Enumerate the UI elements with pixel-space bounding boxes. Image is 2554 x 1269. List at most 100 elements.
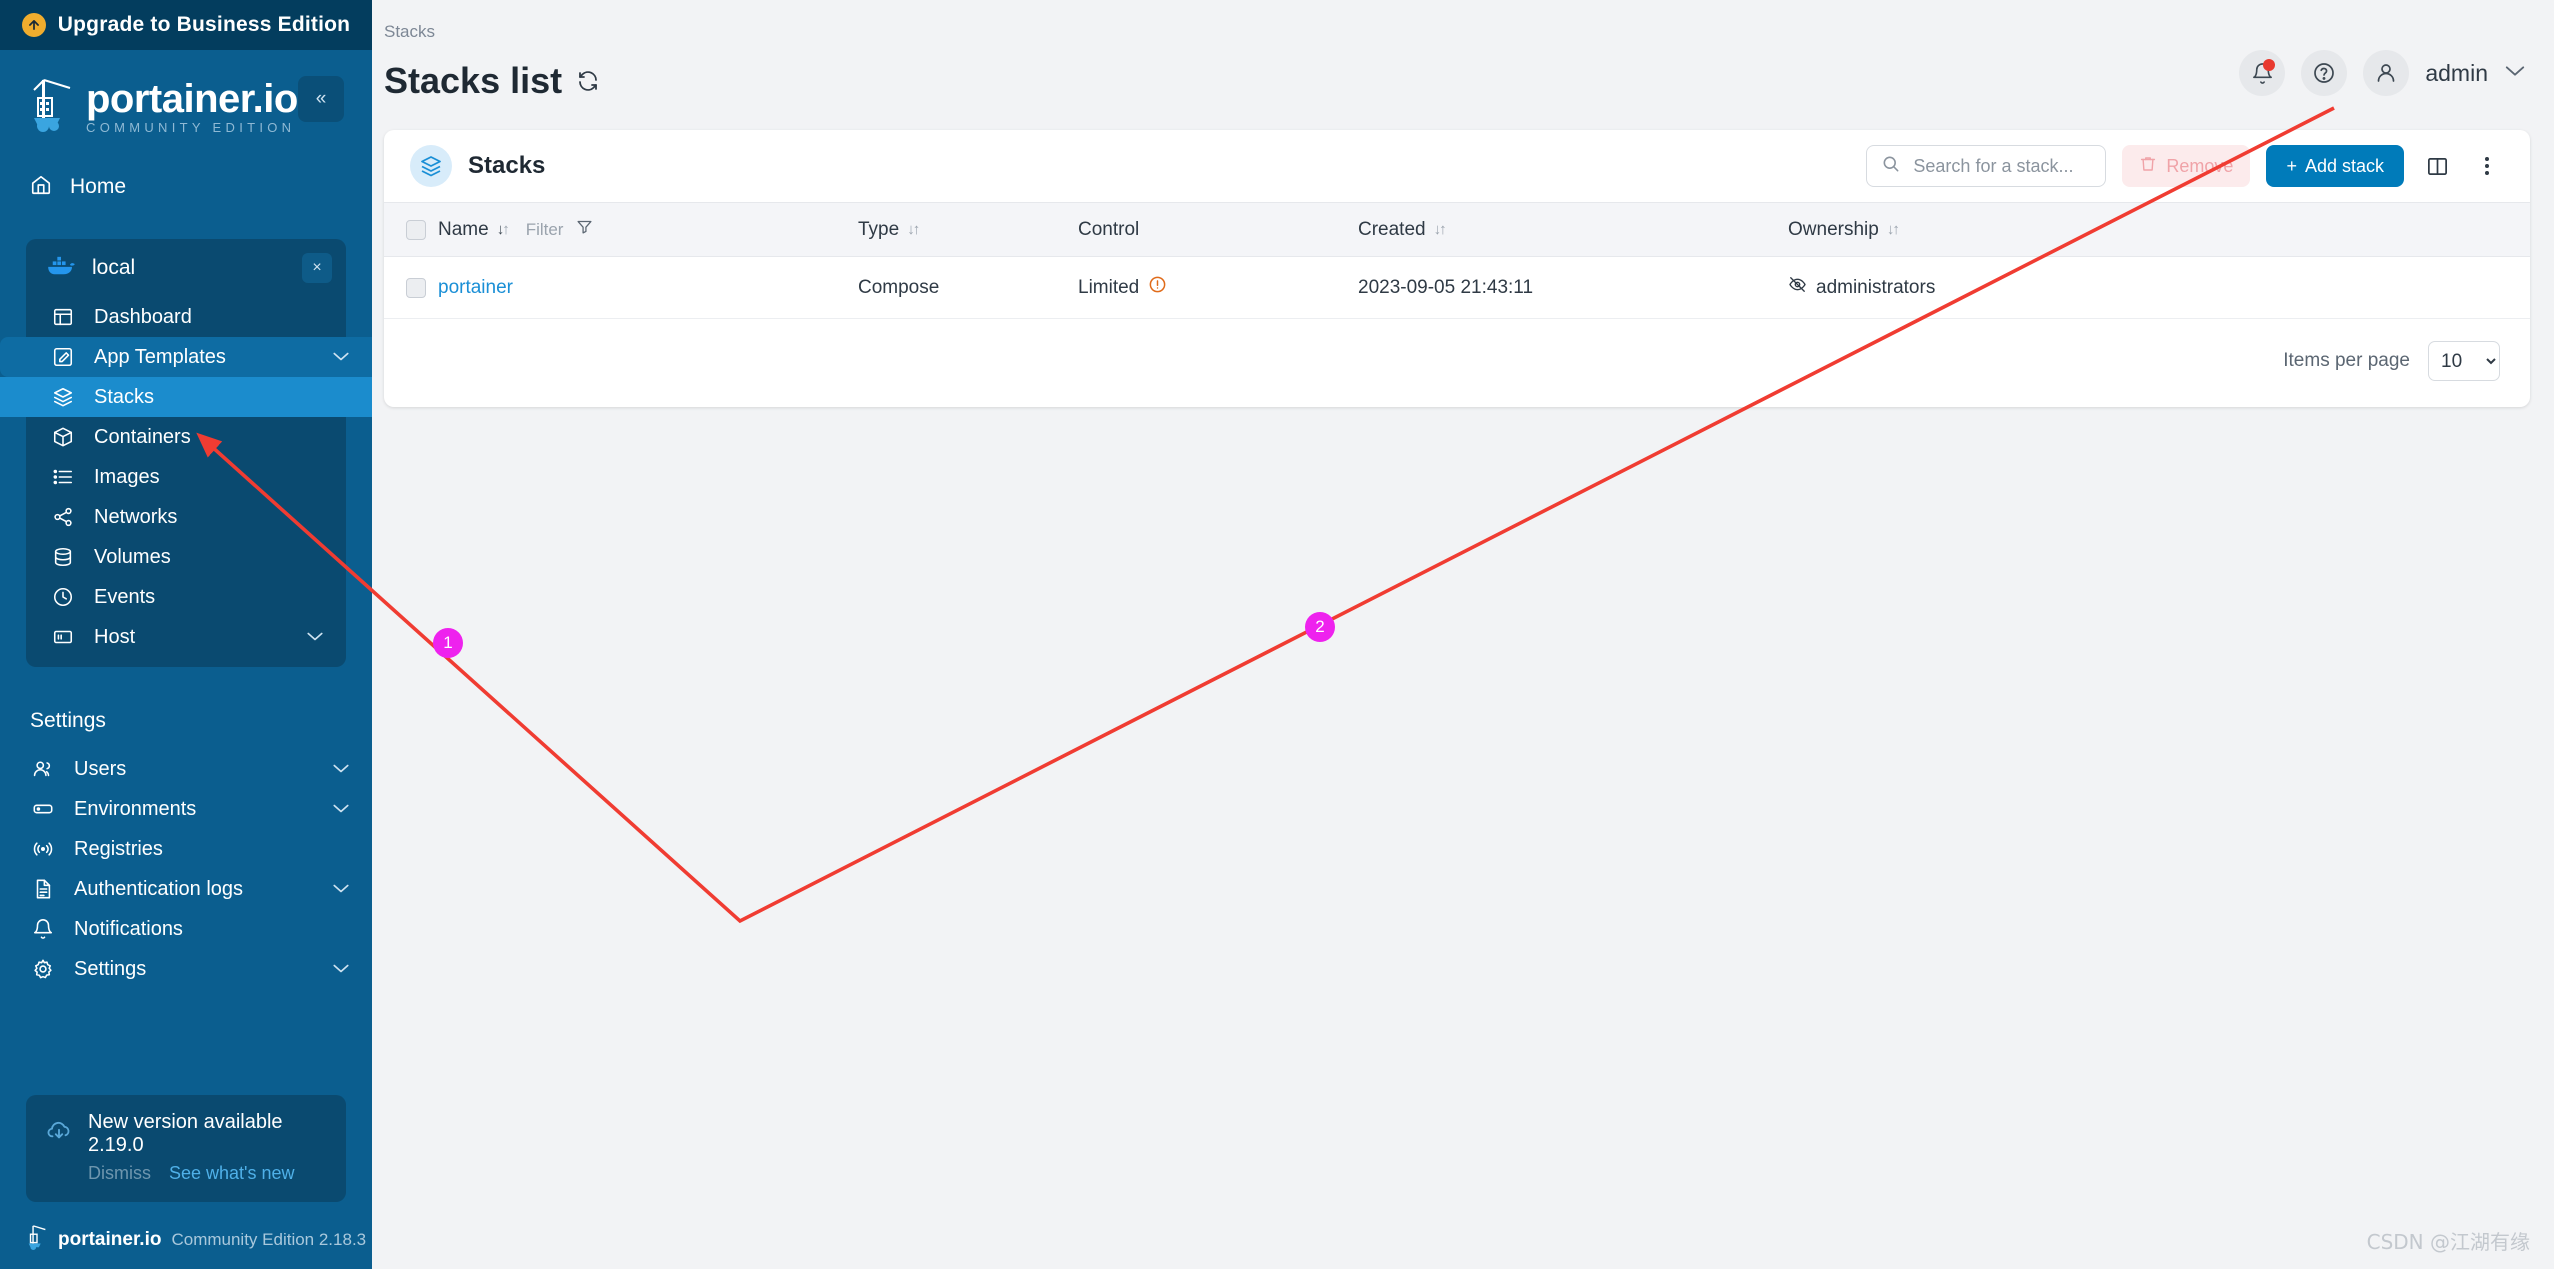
chevron-down-icon[interactable] [306, 629, 324, 646]
users-icon [30, 758, 56, 780]
sidebar-item-authentication-logs[interactable]: Authentication logs [0, 869, 372, 909]
column-header-created-label: Created [1358, 218, 1426, 240]
filter-label[interactable]: Filter [526, 220, 564, 240]
select-all-checkbox[interactable] [406, 219, 426, 240]
remove-button[interactable]: Remove [2122, 145, 2251, 187]
column-header-type[interactable]: Type ↓↑ [858, 202, 1078, 257]
sidebar-item-notifications[interactable]: Notifications [0, 909, 372, 949]
kebab-menu-icon[interactable] [2470, 149, 2504, 183]
items-per-page-select[interactable]: 102550100 [2428, 341, 2500, 381]
sidebar-item-registries[interactable]: Registries [0, 829, 372, 869]
radio-waves-icon [30, 838, 56, 860]
cloud-download-icon [46, 1119, 72, 1150]
layers-icon [50, 386, 76, 408]
upgrade-arrow-icon [21, 13, 46, 37]
column-header-created[interactable]: Created ↓↑ [1358, 202, 1788, 257]
sidebar-collapse-button[interactable]: « [298, 76, 344, 122]
add-stack-button[interactable]: + Add stack [2266, 145, 2404, 187]
sidebar-item-label: Events [94, 585, 156, 608]
version-dismiss-link[interactable]: Dismiss [88, 1163, 151, 1184]
card-title: Stacks [468, 152, 546, 179]
chevron-down-icon[interactable] [332, 881, 350, 898]
portainer-crane-footer-icon [26, 1224, 48, 1255]
stack-name-link[interactable]: portainer [438, 277, 513, 298]
sidebar-item-label: Dashboard [94, 305, 192, 328]
table-body: portainer Compose Limited 2023-09-05 21:… [384, 256, 2530, 319]
username-label: admin [2425, 59, 2488, 86]
sidebar-item-host[interactable]: Host [26, 617, 346, 657]
chevron-down-icon[interactable] [332, 961, 350, 978]
chevron-down-icon[interactable] [2504, 63, 2526, 83]
sidebar-item-settings[interactable]: Settings [0, 949, 372, 989]
chevron-down-icon[interactable] [332, 761, 350, 778]
sort-icon: ↓↑ [1886, 221, 1900, 238]
sidebar-item-volumes[interactable]: Volumes [26, 537, 346, 577]
settings-section-title: Settings [30, 709, 106, 732]
filter-icon[interactable] [576, 218, 593, 241]
sidebar-item-label: App Templates [94, 345, 226, 368]
column-header-name[interactable]: Name ↓↑ Filter [438, 202, 858, 257]
select-all-header [384, 202, 438, 257]
database-icon [50, 546, 76, 568]
search-icon [1881, 154, 1901, 179]
stacks-card: Stacks Remove [384, 130, 2530, 407]
table-header-row: Name ↓↑ Filter Type ↓↑ Control Created ↓… [384, 202, 2530, 257]
sidebar-item-label: Volumes [94, 545, 171, 568]
sidebar-item-users[interactable]: Users [0, 749, 372, 789]
table-footer: Items per page 102550100 [384, 319, 2530, 407]
portainer-logo[interactable]: portainer.io COMMUNITY EDITION [30, 76, 298, 137]
sidebar-item-label: Host [94, 625, 136, 648]
edit-square-icon [50, 346, 76, 368]
csdn-watermark: CSDN @江湖有缘 [2366, 1230, 2530, 1254]
sidebar-item-stacks[interactable]: Stacks [0, 377, 372, 417]
notifications-button[interactable] [2239, 50, 2286, 96]
row-checkbox[interactable] [406, 277, 426, 298]
sidebar-item-app-templates[interactable]: App Templates [0, 337, 372, 377]
table-row[interactable]: portainer Compose Limited 2023-09-05 21:… [384, 256, 2530, 319]
card-header: Stacks Remove [384, 130, 2530, 202]
sidebar-item-label: Notifications [74, 917, 183, 940]
breadcrumb[interactable]: Stacks [372, 0, 2554, 42]
dashboard-icon [50, 306, 76, 328]
version-whats-new-link[interactable]: See what's new [169, 1163, 295, 1184]
refresh-icon[interactable] [576, 69, 600, 93]
box-icon [50, 426, 76, 448]
columns-icon[interactable] [2420, 149, 2454, 183]
column-header-ownership[interactable]: Ownership ↓↑ [1788, 202, 2530, 257]
control-value: Limited [1078, 276, 1140, 298]
sidebar-item-images[interactable]: Images [26, 457, 346, 497]
add-stack-button-label: Add stack [2304, 155, 2384, 176]
sidebar-item-label: Settings [74, 957, 147, 980]
sidebar-item-label: Environments [74, 797, 197, 820]
sidebar-item-label: Registries [74, 837, 163, 860]
user-avatar-button[interactable] [2363, 50, 2410, 96]
sidebar-item-environments[interactable]: Environments [0, 789, 372, 829]
list-icon [50, 466, 76, 488]
logo-subtitle: COMMUNITY EDITION [86, 119, 296, 135]
sidebar-item-home[interactable]: Home [0, 165, 372, 209]
environment-close-button[interactable]: × [302, 253, 332, 283]
column-header-control[interactable]: Control [1078, 202, 1358, 257]
sidebar-item-networks[interactable]: Networks [26, 497, 346, 537]
sidebar-logo-row: portainer.io COMMUNITY EDITION « [0, 50, 372, 137]
cell-name: portainer [438, 256, 858, 319]
bell-icon [30, 918, 56, 940]
sort-icon: ↓↑ [496, 221, 510, 238]
sidebar-item-events[interactable]: Events [26, 577, 346, 617]
page-header: Stacks list [372, 42, 2554, 102]
upgrade-banner[interactable]: Upgrade to Business Edition [0, 0, 372, 50]
row-select-cell [384, 256, 438, 319]
help-button[interactable] [2301, 50, 2348, 96]
sidebar-item-dashboard[interactable]: Dashboard [26, 297, 346, 337]
sidebar-item-containers[interactable]: Containers [26, 417, 346, 457]
sidebar-item-label: Stacks [94, 385, 155, 408]
sidebar: Upgrade to Business Edition portainer.io… [0, 0, 372, 1269]
sidebar-item-label: Images [94, 465, 160, 488]
sidebar-item-label: Authentication logs [74, 877, 244, 900]
search-input[interactable] [1913, 155, 2092, 177]
chevron-down-icon[interactable] [332, 801, 350, 818]
search-box[interactable] [1866, 145, 2107, 187]
gear-icon [30, 958, 56, 980]
chevron-down-icon[interactable] [332, 349, 350, 366]
